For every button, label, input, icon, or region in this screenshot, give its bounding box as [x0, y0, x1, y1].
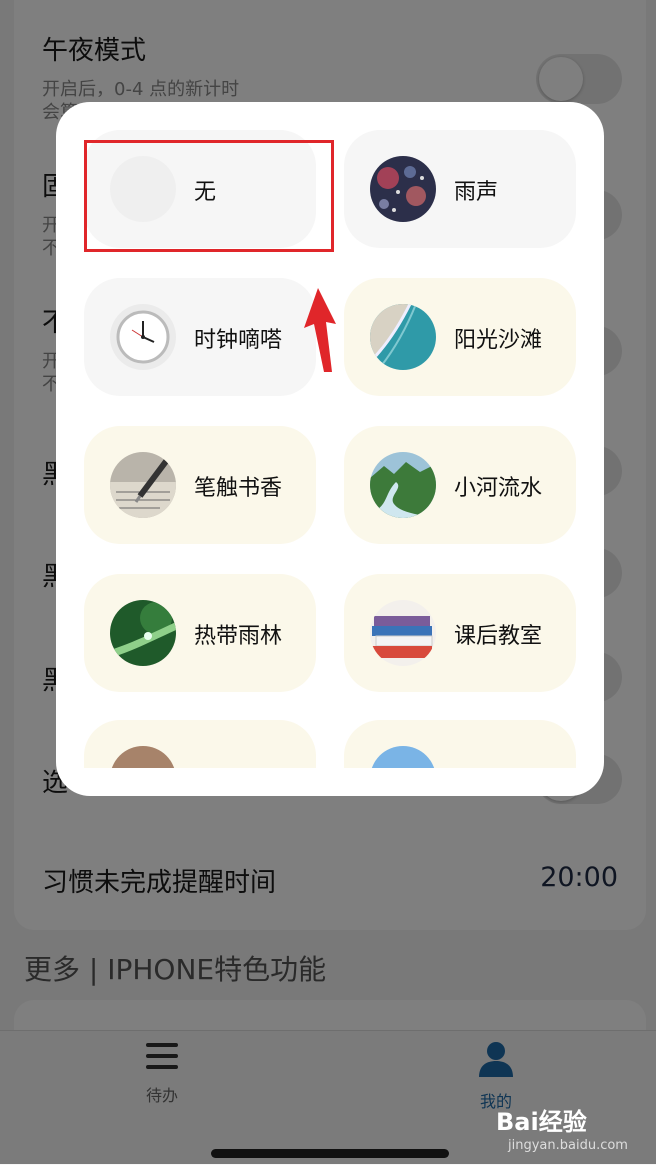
sound-option-label: 热带雨林 [194, 624, 283, 649]
books-image [370, 600, 436, 666]
partial-image [110, 746, 176, 768]
sound-option-clock[interactable]: 时钟嘀嗒 [84, 278, 316, 396]
sound-option-label: 雨声 [454, 180, 499, 205]
sound-option-rainforest[interactable]: 热带雨林 [84, 574, 316, 692]
sound-option-label: 小河流水 [454, 476, 543, 501]
watermark-url: jingyan.baidu.com [508, 1138, 628, 1153]
river-image [370, 452, 436, 518]
partial-image [370, 746, 436, 768]
sound-option-more-right[interactable] [344, 720, 576, 768]
sound-option-river[interactable]: 小河流水 [344, 426, 576, 544]
rainforest-image [110, 600, 176, 666]
sound-option-label: 笔触书香 [194, 476, 283, 501]
sound-option-pen[interactable]: 笔触书香 [84, 426, 316, 544]
home-indicator [211, 1149, 449, 1158]
sound-option-label: 课后教室 [454, 624, 543, 649]
clock-image [110, 304, 176, 370]
sound-option-rain[interactable]: 雨声 [344, 130, 576, 248]
annotation-highlight-box [84, 140, 334, 252]
sound-option-beach[interactable]: 阳光沙滩 [344, 278, 576, 396]
rain-image [370, 156, 436, 222]
beach-image [370, 304, 436, 370]
watermark-brand: Bai经验 [496, 1108, 587, 1136]
annotation-arrow-icon [304, 288, 336, 372]
sound-option-label: 阳光沙滩 [454, 328, 543, 353]
sound-option-label: 时钟嘀嗒 [194, 328, 283, 353]
sound-option-classroom[interactable]: 课后教室 [344, 574, 576, 692]
sound-option-more-left[interactable] [84, 720, 316, 768]
pen-image [110, 452, 176, 518]
